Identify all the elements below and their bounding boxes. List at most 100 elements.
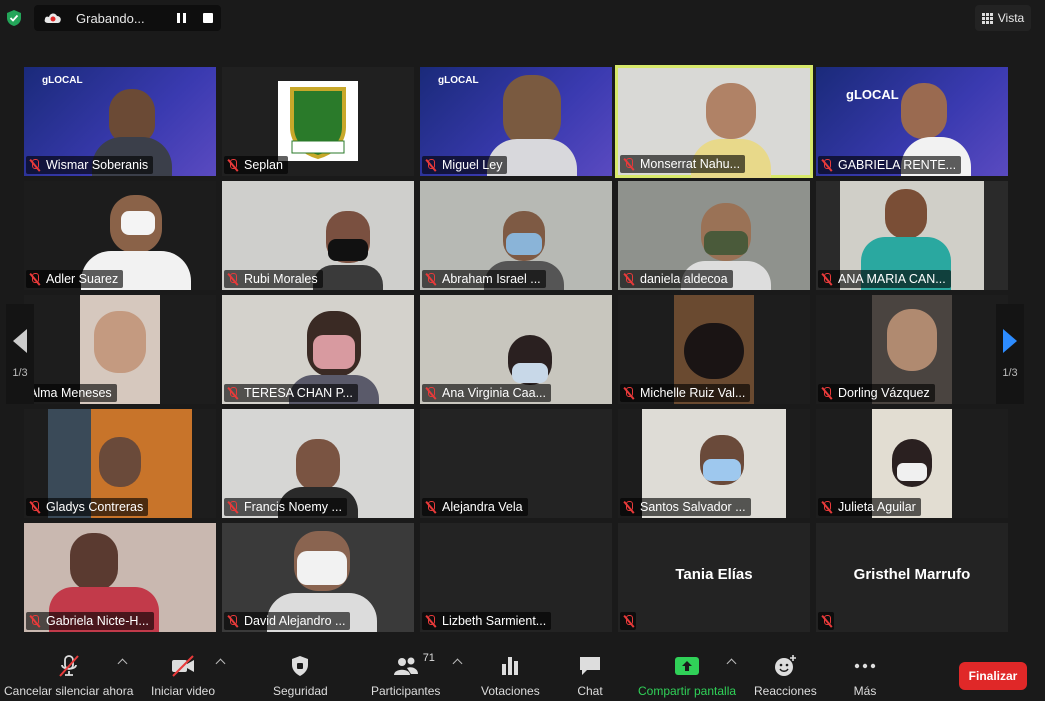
next-page-button[interactable]: 1/3 — [996, 304, 1024, 404]
share-screen-button[interactable]: Compartir pantalla — [638, 654, 736, 698]
more-label: Más — [853, 684, 877, 698]
participant-tile[interactable]: Francis Noemy ... — [222, 409, 414, 518]
view-label: Vista — [997, 11, 1025, 25]
participant-tile[interactable]: Lizbeth Sarmient... — [420, 523, 612, 632]
participant-tile[interactable]: gLOCAL Miguel Ley — [420, 67, 612, 176]
recording-label: Grabando... — [76, 10, 145, 26]
name-tag: Gladys Contreras — [26, 498, 149, 516]
muted-mic-icon — [227, 158, 238, 172]
end-meeting-button[interactable]: Finalizar — [959, 662, 1027, 690]
participants-options-caret-icon[interactable] — [452, 658, 463, 669]
muted-mic-icon — [623, 500, 634, 514]
name-tag: Monserrat Nahu... — [620, 155, 746, 173]
participant-tile[interactable]: Alejandra Vela — [420, 409, 612, 518]
name-tag: Lizbeth Sarmient... — [422, 612, 552, 630]
participants-count: 71 — [422, 652, 435, 664]
chat-bubble-icon — [577, 654, 603, 678]
recording-cloud-icon — [44, 11, 62, 25]
participant-face — [901, 83, 947, 139]
muted-mic-icon — [821, 500, 832, 514]
chevron-left-icon — [13, 329, 27, 353]
participant-tile[interactable]: TERESA CHAN P... — [222, 295, 414, 404]
name-tag: Rubi Morales — [224, 270, 323, 288]
pause-recording-icon[interactable] — [177, 13, 187, 23]
face-mask — [328, 239, 368, 261]
participant-tile[interactable]: gLOCAL GABRIELA RENTE... — [816, 67, 1008, 176]
participant-face — [99, 437, 141, 487]
participant-tile[interactable]: ANA MARIA CAN... — [816, 181, 1008, 290]
face-mask — [121, 211, 155, 235]
participant-tile-active-speaker[interactable]: Monserrat Nahu... — [615, 65, 813, 178]
participant-face — [296, 439, 340, 491]
muted-mic-icon — [227, 614, 238, 628]
meeting-toolbar: Cancelar silenciar ahora Iniciar video S… — [0, 646, 1045, 701]
muted-mic-icon — [425, 386, 436, 400]
participant-hair — [684, 323, 744, 379]
participant-tile[interactable]: Gabriela Nicte-H... — [24, 523, 216, 632]
name-tag — [620, 612, 636, 630]
polls-label: Votaciones — [481, 684, 540, 698]
video-options-caret-icon[interactable] — [215, 658, 226, 669]
polls-button[interactable]: Votaciones — [481, 654, 540, 698]
muted-mic-icon — [29, 158, 40, 172]
participants-button[interactable]: 71 Participantes — [371, 652, 441, 698]
participant-tile[interactable]: Gristhel Marrufo — [816, 523, 1008, 632]
participant-tile[interactable]: Tania Elías — [618, 523, 810, 632]
more-dots-icon — [852, 654, 878, 678]
participant-tile[interactable]: Rubi Morales — [222, 181, 414, 290]
view-button[interactable]: Vista — [975, 5, 1031, 31]
chat-button[interactable]: Chat — [577, 654, 603, 698]
name-tag: Gabriela Nicte-H... — [26, 612, 154, 630]
reaction-smiley-icon — [772, 654, 798, 678]
participant-tile[interactable]: Abraham Israel ... — [420, 181, 612, 290]
participant-tile[interactable]: Gladys Contreras — [24, 409, 216, 518]
participant-tile[interactable]: Alma Meneses — [24, 295, 216, 404]
participants-icon: 71 — [393, 652, 435, 678]
face-mask — [704, 231, 748, 255]
face-mask — [897, 463, 927, 481]
participant-tile[interactable]: Dorling Vázquez — [816, 295, 1008, 404]
more-button[interactable]: Más — [852, 654, 878, 698]
participants-label: Participantes — [371, 684, 441, 698]
unmute-button[interactable]: Cancelar silenciar ahora — [4, 654, 133, 698]
reactions-button[interactable]: Reacciones — [754, 654, 817, 698]
face-mask — [512, 363, 548, 383]
participant-body — [313, 265, 383, 290]
top-bar: Grabando... Vista — [0, 0, 1045, 36]
name-tag: Seplan — [224, 156, 288, 174]
start-video-button[interactable]: Iniciar video — [151, 654, 215, 698]
participant-tile[interactable]: gLOCAL Wismar Soberanis — [24, 67, 216, 176]
muted-mic-icon — [623, 157, 634, 171]
muted-mic-icon — [425, 500, 436, 514]
stop-recording-icon[interactable] — [203, 13, 213, 23]
participant-tile[interactable]: Seplan — [222, 67, 414, 176]
participant-tile[interactable]: Julieta Aguilar — [816, 409, 1008, 518]
name-tag: Abraham Israel ... — [422, 270, 546, 288]
participant-tile[interactable]: Adler Suarez — [24, 181, 216, 290]
name-tag: Francis Noemy ... — [224, 498, 347, 516]
previous-page-button[interactable]: 1/3 — [6, 304, 34, 404]
muted-microphone-icon — [56, 654, 82, 678]
face-mask — [506, 233, 542, 255]
name-tag: GABRIELA RENTE... — [818, 156, 962, 174]
chat-label: Chat — [577, 684, 603, 698]
page-indicator-left: 1/3 — [12, 367, 28, 379]
participant-tile[interactable]: Ana Virginia Caa... — [420, 295, 612, 404]
name-tag: TERESA CHAN P... — [224, 384, 358, 402]
muted-mic-icon — [623, 272, 634, 286]
participant-tile[interactable]: Michelle Ruiz Val... — [618, 295, 810, 404]
name-tag: Michelle Ruiz Val... — [620, 384, 751, 402]
security-button[interactable]: Seguridad — [273, 654, 328, 698]
participant-face — [503, 75, 561, 147]
reactions-label: Reacciones — [754, 684, 817, 698]
participant-tile[interactable]: Santos Salvador ... — [618, 409, 810, 518]
name-tag: Alma Meneses — [26, 384, 117, 402]
participant-face — [94, 311, 146, 373]
muted-mic-icon — [227, 500, 238, 514]
participant-tile[interactable]: daniela aldecoa — [618, 181, 810, 290]
name-tag: David Alejandro ... — [224, 612, 351, 630]
muted-mic-icon — [821, 158, 832, 172]
participant-tile[interactable]: David Alejandro ... — [222, 523, 414, 632]
muted-mic-icon — [29, 614, 40, 628]
shield-icon[interactable] — [6, 9, 22, 27]
